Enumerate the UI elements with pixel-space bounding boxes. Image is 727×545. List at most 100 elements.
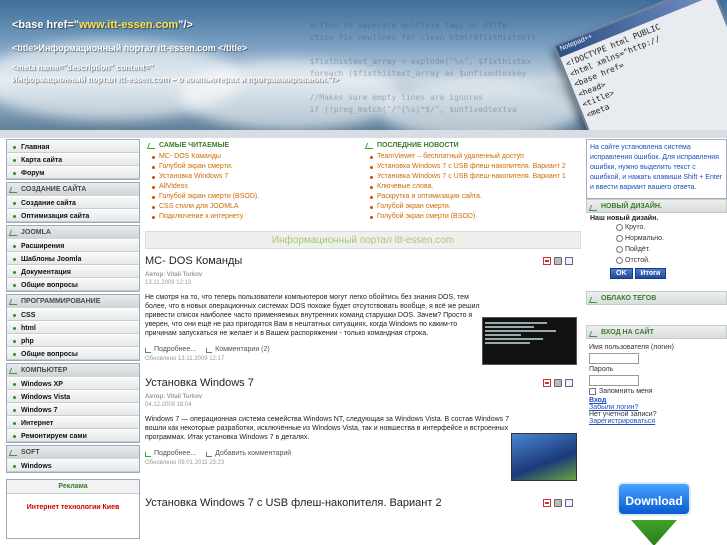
add-comment-link[interactable]: Добавить комментарий <box>206 450 291 457</box>
tag-cloud <box>586 305 727 325</box>
right-sidebar: На сайте установлена система исправления… <box>586 139 727 545</box>
menu-item[interactable]: Ремонтируем сами <box>7 429 139 442</box>
poll-results-button[interactable]: Итоги <box>634 268 667 279</box>
article-actions <box>543 499 573 507</box>
poll-option[interactable]: Отстой. <box>616 255 723 266</box>
menu-item[interactable]: Windows 7 <box>7 403 139 416</box>
most-read-link[interactable]: Подключение к интернету <box>145 212 363 222</box>
most-read-link[interactable]: AllVideos <box>145 182 363 192</box>
menu-item[interactable]: Windows <box>7 459 139 472</box>
menu-item[interactable]: Интернет <box>7 416 139 429</box>
main-menu: Главная Карта сайта Форум <box>6 139 140 180</box>
menu-item[interactable]: html <box>7 321 139 334</box>
radio-button[interactable] <box>616 257 623 264</box>
menu-item-sitemap[interactable]: Карта сайта <box>7 153 139 166</box>
most-read-link[interactable]: Голубой экран смерти (BSOD). <box>145 192 363 202</box>
radio-button[interactable] <box>616 246 623 253</box>
menu-section-programming: Программирование CSS html php Общие вопр… <box>6 294 140 361</box>
read-more-link[interactable]: Подробнее... <box>145 450 196 457</box>
remember-row: Запомнить меня <box>589 388 724 395</box>
latest-news-link[interactable]: TeamViewer – бесплатный удаленный доступ <box>363 152 581 162</box>
poll-option[interactable]: Круто. <box>616 222 723 233</box>
article-actions <box>543 379 573 387</box>
email-icon[interactable] <box>565 379 573 387</box>
site-url[interactable]: www.itt-essen.com <box>79 19 178 31</box>
menu-item-forum[interactable]: Форум <box>7 166 139 179</box>
code-line: ection to seperate multiple tags on diff… <box>300 21 508 30</box>
section-heading: Soft <box>7 446 139 459</box>
menu-item[interactable]: Шаблоны Joomla <box>7 252 139 265</box>
section-heading: Компьютер <box>7 364 139 377</box>
menu-item[interactable]: Создание сайта <box>7 196 139 209</box>
print-icon[interactable] <box>554 379 562 387</box>
article-title[interactable]: MC- DOS Команды <box>145 253 581 269</box>
username-input[interactable] <box>589 353 639 364</box>
code-line: if (!preg_match("/^(\s)*$/", $unfixedtex… <box>300 105 517 114</box>
radio-button[interactable] <box>616 224 623 231</box>
header-meta-line: <meta name="description" content=" Инфор… <box>12 63 339 84</box>
latest-news-link[interactable]: Установка Windows 7 с USB флеш-накопител… <box>363 172 581 182</box>
latest-news-link[interactable]: Раскрутка и оптимизация сайта. <box>363 192 581 202</box>
menu-item[interactable]: php <box>7 334 139 347</box>
code-line: //Makes sure empty lines are ignores <box>300 93 484 102</box>
article-date: 04.12.2009 18:04 <box>145 402 192 408</box>
windows7-screenshot-image <box>511 433 577 481</box>
article-title[interactable]: Установка Windows 7 с USB флеш-накопител… <box>145 495 581 511</box>
read-more-link[interactable]: Подробнее... <box>145 346 196 353</box>
latest-news-list: Последние новости TeamViewer – бесплатны… <box>363 139 581 231</box>
most-read-heading: Самые читаемые <box>145 139 363 152</box>
forgot-login-link[interactable]: Забыли логин? <box>589 404 724 411</box>
menu-item-home[interactable]: Главная <box>7 140 139 153</box>
latest-news-link[interactable]: Установка Windows 7 с USB флеш-накопител… <box>363 162 581 172</box>
pdf-icon[interactable] <box>543 257 551 265</box>
menu-item[interactable]: Windows XP <box>7 377 139 390</box>
article-actions <box>543 257 573 265</box>
background-code: ection to seperate multiple tags on diff… <box>300 20 600 116</box>
print-icon[interactable] <box>554 499 562 507</box>
password-label: Пароль <box>589 366 614 373</box>
section-heading: Joomla <box>7 226 139 239</box>
pdf-icon[interactable] <box>543 379 551 387</box>
menu-item[interactable]: Общие вопросы <box>7 347 139 360</box>
most-read-link[interactable]: Установка Windows 7 <box>145 172 363 182</box>
remember-checkbox[interactable] <box>589 388 596 395</box>
print-icon[interactable] <box>554 257 562 265</box>
register-link[interactable]: Зарегистрироваться <box>589 418 724 425</box>
download-banner[interactable]: Download <box>613 466 695 545</box>
radio-button[interactable] <box>616 235 623 242</box>
site-header: ection to seperate multiple tags on diff… <box>0 0 727 130</box>
section-heading: Программирование <box>7 295 139 308</box>
latest-news-link[interactable]: Голубой экран смерти (BSOD). <box>363 212 581 222</box>
comments-link[interactable]: Комментарии (2) <box>206 346 270 353</box>
login-button[interactable]: Вход <box>589 397 724 404</box>
menu-item[interactable]: Расширения <box>7 239 139 252</box>
latest-news-link[interactable]: Голубой экран смерти. <box>363 202 581 212</box>
password-input[interactable] <box>589 375 639 386</box>
menu-item[interactable]: Windows Vista <box>7 390 139 403</box>
article-title[interactable]: Установка Windows 7 <box>145 375 581 391</box>
code-line: $fixthistext_array = explode("\n", $fixt… <box>300 57 532 66</box>
email-icon[interactable] <box>565 257 573 265</box>
poll-option[interactable]: Нормально. <box>616 233 723 244</box>
most-read-link[interactable]: MC- DOS Команды <box>145 152 363 162</box>
top-lists: Самые читаемые MC- DOS Команды Голубой э… <box>145 139 581 231</box>
most-read-link[interactable]: Голубой экран смерти. <box>145 162 363 172</box>
poll-ok-button[interactable]: OK <box>610 268 633 279</box>
login-heading: Вход на сайт <box>586 325 727 339</box>
error-report-note: На сайте установлена система исправления… <box>586 139 727 199</box>
latest-news-link[interactable]: Ключевые слова. <box>363 182 581 192</box>
poll-buttons: OK Итоги <box>610 268 723 279</box>
pdf-icon[interactable] <box>543 499 551 507</box>
header-band <box>0 130 727 138</box>
menu-item[interactable]: CSS <box>7 308 139 321</box>
most-read-link[interactable]: CSS стили для JOOMLA <box>145 202 363 212</box>
menu-item[interactable]: Документация <box>7 265 139 278</box>
menu-item[interactable]: Оптимизация сайта <box>7 209 139 222</box>
ad-link[interactable]: Интернет технологии Киев <box>7 504 139 511</box>
email-icon[interactable] <box>565 499 573 507</box>
download-button[interactable]: Download <box>617 482 691 516</box>
menu-item[interactable]: Общие вопросы <box>7 278 139 291</box>
code-line: foreach ($fixthistext_array as $unfixedt… <box>300 69 527 78</box>
poll-option[interactable]: Пойдёт. <box>616 244 723 255</box>
